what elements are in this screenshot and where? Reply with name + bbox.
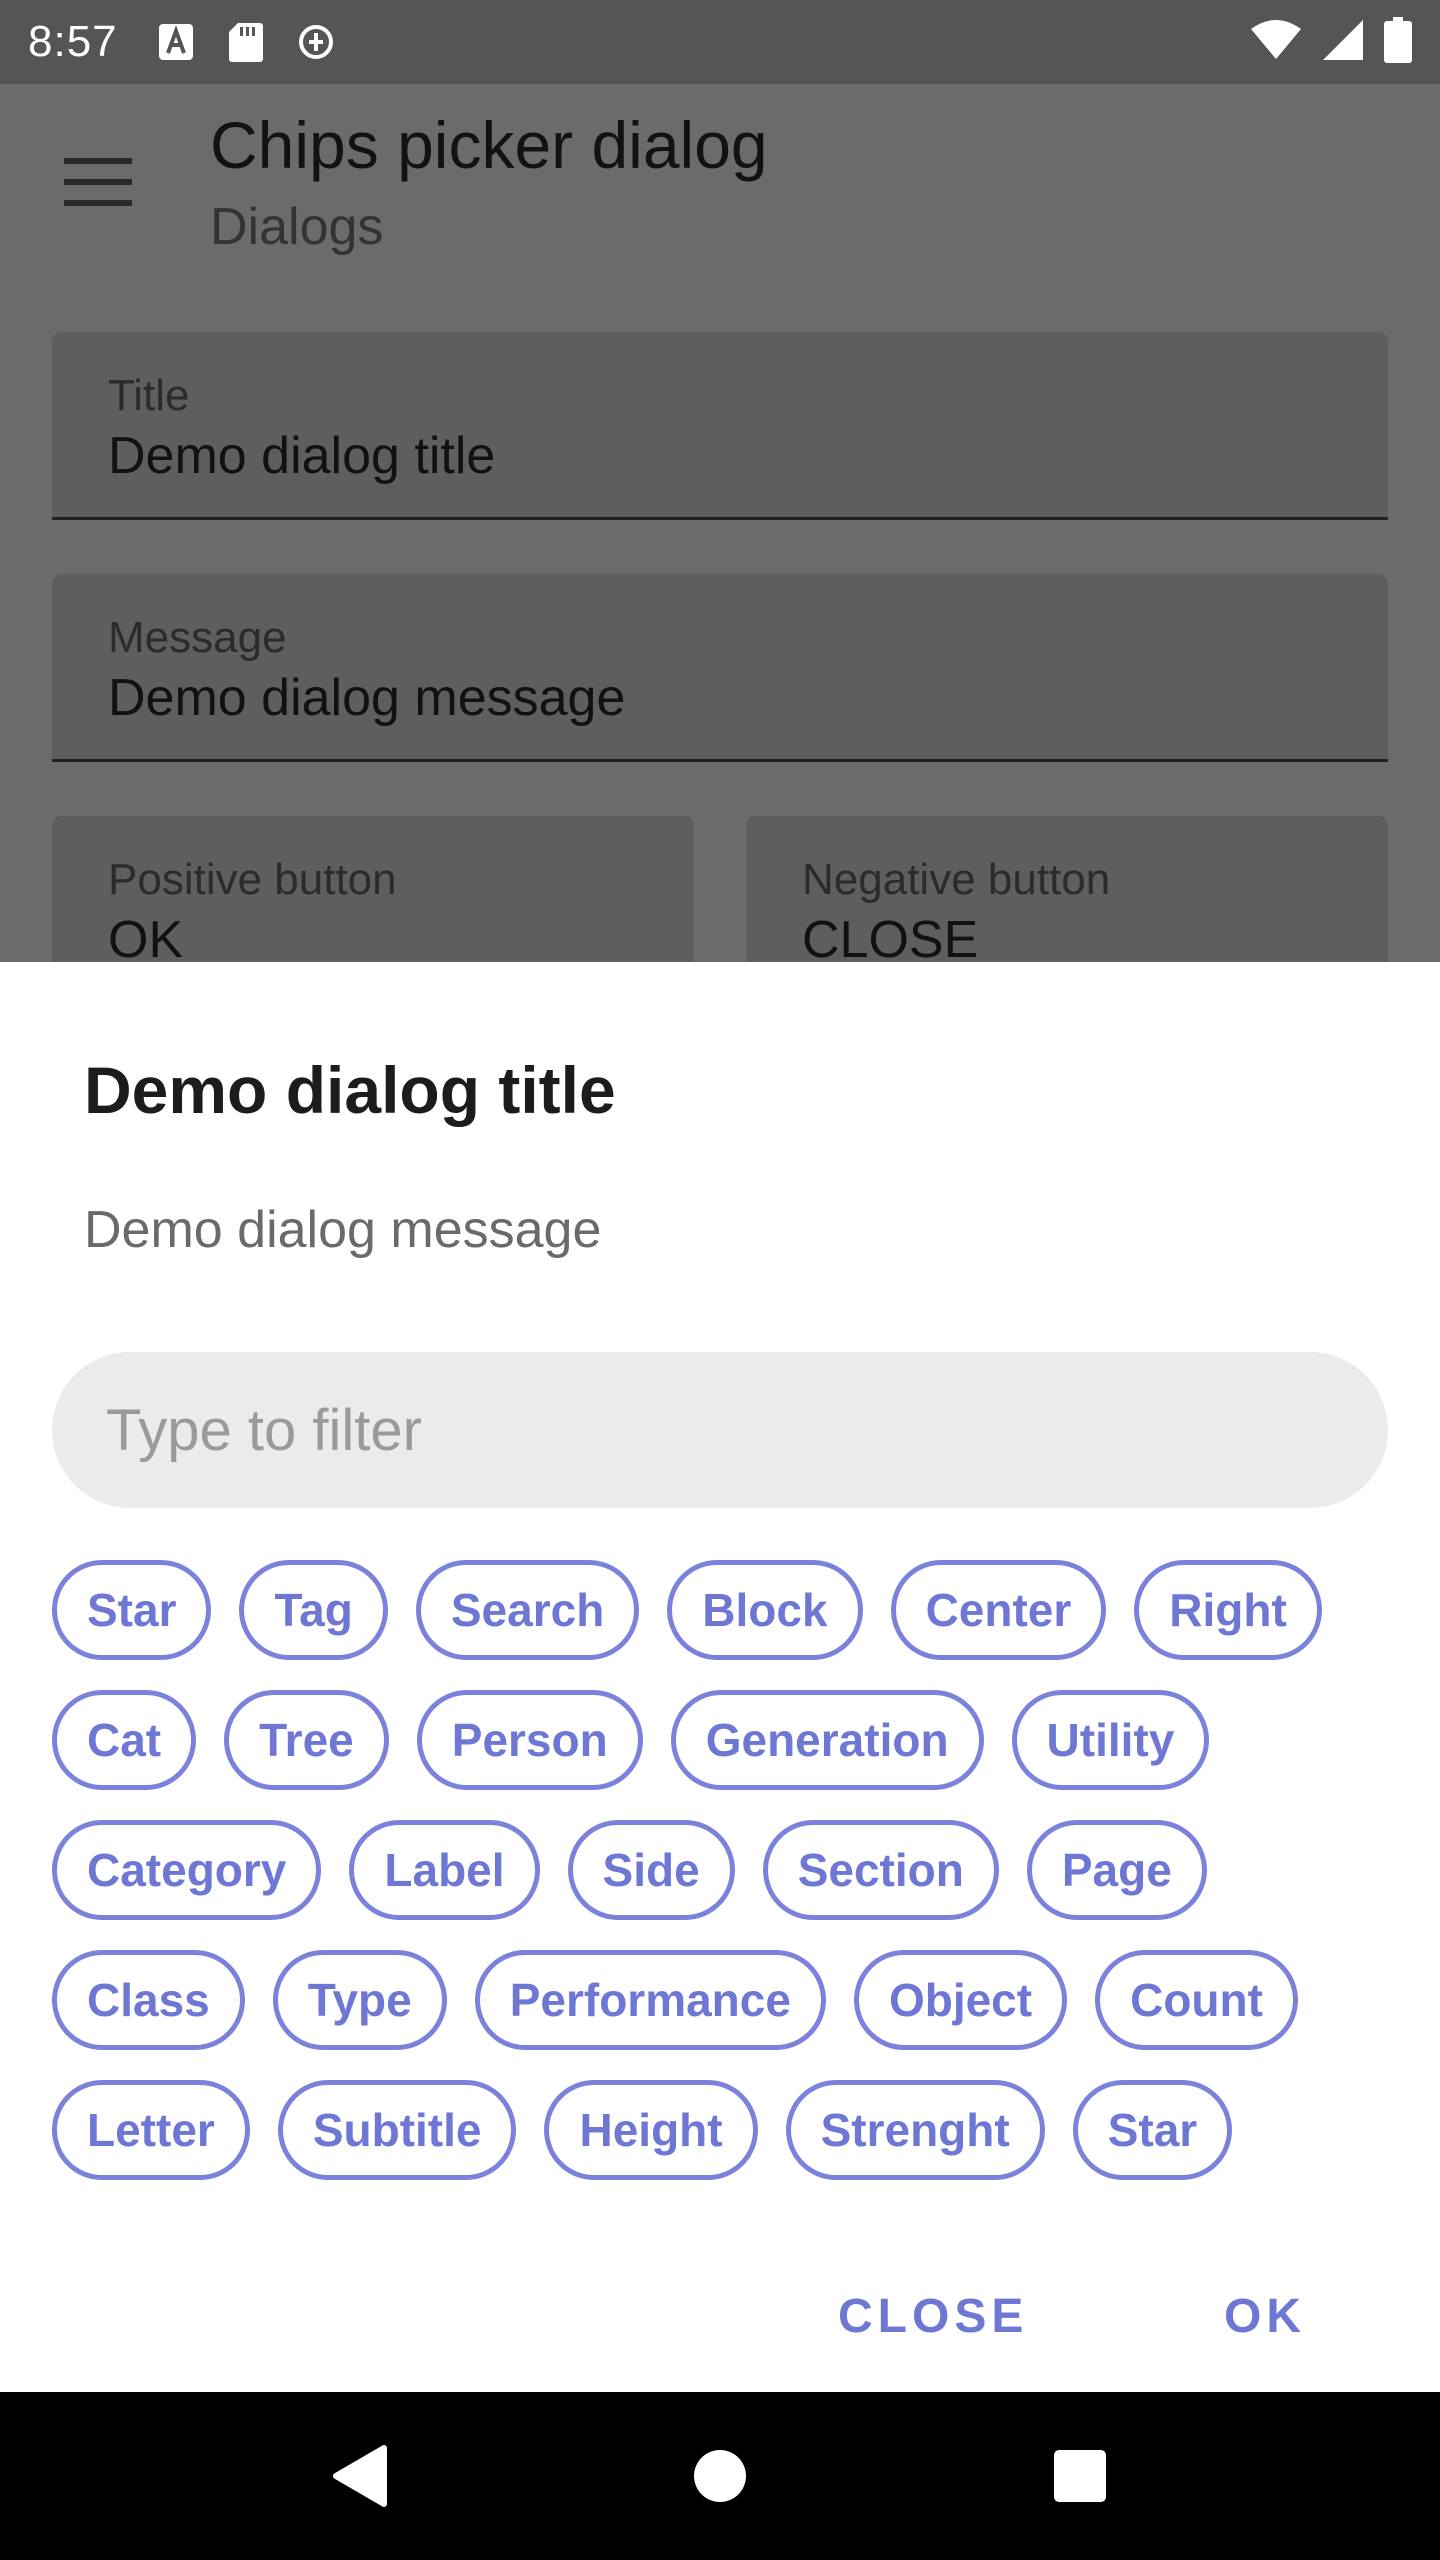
chip-right[interactable]: Right xyxy=(1134,1560,1322,1660)
close-button[interactable]: CLOSE xyxy=(838,2272,1028,2360)
dialog-actions: CLOSE OK xyxy=(0,2272,1440,2360)
back-button[interactable] xyxy=(310,2426,410,2526)
sync-circle-icon xyxy=(298,22,334,62)
chip-person[interactable]: Person xyxy=(416,1690,643,1790)
hamburger-menu-icon xyxy=(64,158,132,206)
chip-subtitle[interactable]: Subtitle xyxy=(277,2080,517,2180)
battery-icon xyxy=(1384,16,1412,68)
wifi-icon xyxy=(1250,19,1302,66)
chip-category[interactable]: Category xyxy=(52,1820,322,1920)
chip-utility[interactable]: Utility xyxy=(1011,1690,1210,1790)
dialog-title: Demo dialog title xyxy=(84,1053,616,1127)
negative-button-field-label: Negative button xyxy=(802,855,1111,904)
chip-row: Cat Tree Person Generation Utility xyxy=(52,1690,1392,1790)
chip-type[interactable]: Type xyxy=(272,1950,447,2050)
chip-object[interactable]: Object xyxy=(853,1950,1068,2050)
back-triangle-icon xyxy=(333,2445,387,2507)
chip-row: Letter Subtitle Height Strenght Star xyxy=(52,2080,1392,2180)
menu-button[interactable] xyxy=(48,132,148,232)
recents-button[interactable] xyxy=(1030,2426,1130,2526)
app-bar: Chips picker dialog Dialogs xyxy=(0,84,1440,280)
chip-search[interactable]: Search xyxy=(415,1560,640,1660)
page-subtitle: Dialogs xyxy=(210,198,384,256)
status-icons-right xyxy=(1250,16,1412,68)
chip-star[interactable]: Star xyxy=(1072,2080,1233,2180)
message-field-value: Demo dialog message xyxy=(108,669,626,727)
title-field[interactable]: Title Demo dialog title xyxy=(52,332,1388,520)
chip-height[interactable]: Height xyxy=(544,2080,758,2180)
status-icons-left xyxy=(158,22,334,62)
chip-count[interactable]: Count xyxy=(1095,1950,1298,2050)
chip-row: Star Tag Search Block Center Right xyxy=(52,1560,1392,1660)
screen: 8:57 Chips picker dialog Dialogs Title D… xyxy=(0,0,1440,2560)
chip-block[interactable]: Block xyxy=(667,1560,863,1660)
page-title: Chips picker dialog xyxy=(210,108,768,182)
status-bar: 8:57 xyxy=(0,0,1440,84)
message-field[interactable]: Message Demo dialog message xyxy=(52,574,1388,762)
chip-performance[interactable]: Performance xyxy=(474,1950,826,2050)
chip-side[interactable]: Side xyxy=(567,1820,735,1920)
title-field-value: Demo dialog title xyxy=(108,427,496,485)
sd-card-icon xyxy=(228,22,264,62)
chip-strenght[interactable]: Strenght xyxy=(785,2080,1045,2180)
dialog-message: Demo dialog message xyxy=(84,1201,602,1259)
chip-tree[interactable]: Tree xyxy=(224,1690,389,1790)
chip-section[interactable]: Section xyxy=(762,1820,999,1920)
status-time: 8:57 xyxy=(28,17,118,66)
form-area: Title Demo dialog title Message Demo dia… xyxy=(0,280,1440,1004)
chip-star[interactable]: Star xyxy=(52,1560,212,1660)
recents-square-icon xyxy=(1054,2450,1106,2502)
chip-row: Category Label Side Section Page xyxy=(52,1820,1392,1920)
chip-label[interactable]: Label xyxy=(349,1820,540,1920)
chip-generation[interactable]: Generation xyxy=(670,1690,984,1790)
cell-signal-icon xyxy=(1322,19,1364,66)
chip-center[interactable]: Center xyxy=(890,1560,1107,1660)
chip-cat[interactable]: Cat xyxy=(52,1690,197,1790)
home-circle-icon xyxy=(694,2450,746,2502)
chip-group: Star Tag Search Block Center Right Cat Tree Pers… xyxy=(52,1560,1392,2210)
navigation-bar xyxy=(0,2392,1440,2560)
text-recognition-icon xyxy=(158,22,194,62)
chip-tag[interactable]: Tag xyxy=(239,1560,388,1660)
filter-input[interactable] xyxy=(52,1352,1388,1508)
positive-button-field-label: Positive button xyxy=(108,855,397,904)
chip-row: Class Type Performance Object Count xyxy=(52,1950,1392,2050)
message-field-label: Message xyxy=(108,613,287,662)
chip-page[interactable]: Page xyxy=(1026,1820,1207,1920)
chip-class[interactable]: Class xyxy=(52,1950,245,2050)
chip-letter[interactable]: Letter xyxy=(52,2080,250,2180)
ok-button[interactable]: OK xyxy=(1224,2272,1306,2360)
chips-picker-dialog: Demo dialog title Demo dialog message St… xyxy=(0,962,1440,2392)
home-button[interactable] xyxy=(670,2426,770,2526)
title-field-label: Title xyxy=(108,371,190,420)
app-bar-titles: Chips picker dialog Dialogs xyxy=(210,105,768,259)
